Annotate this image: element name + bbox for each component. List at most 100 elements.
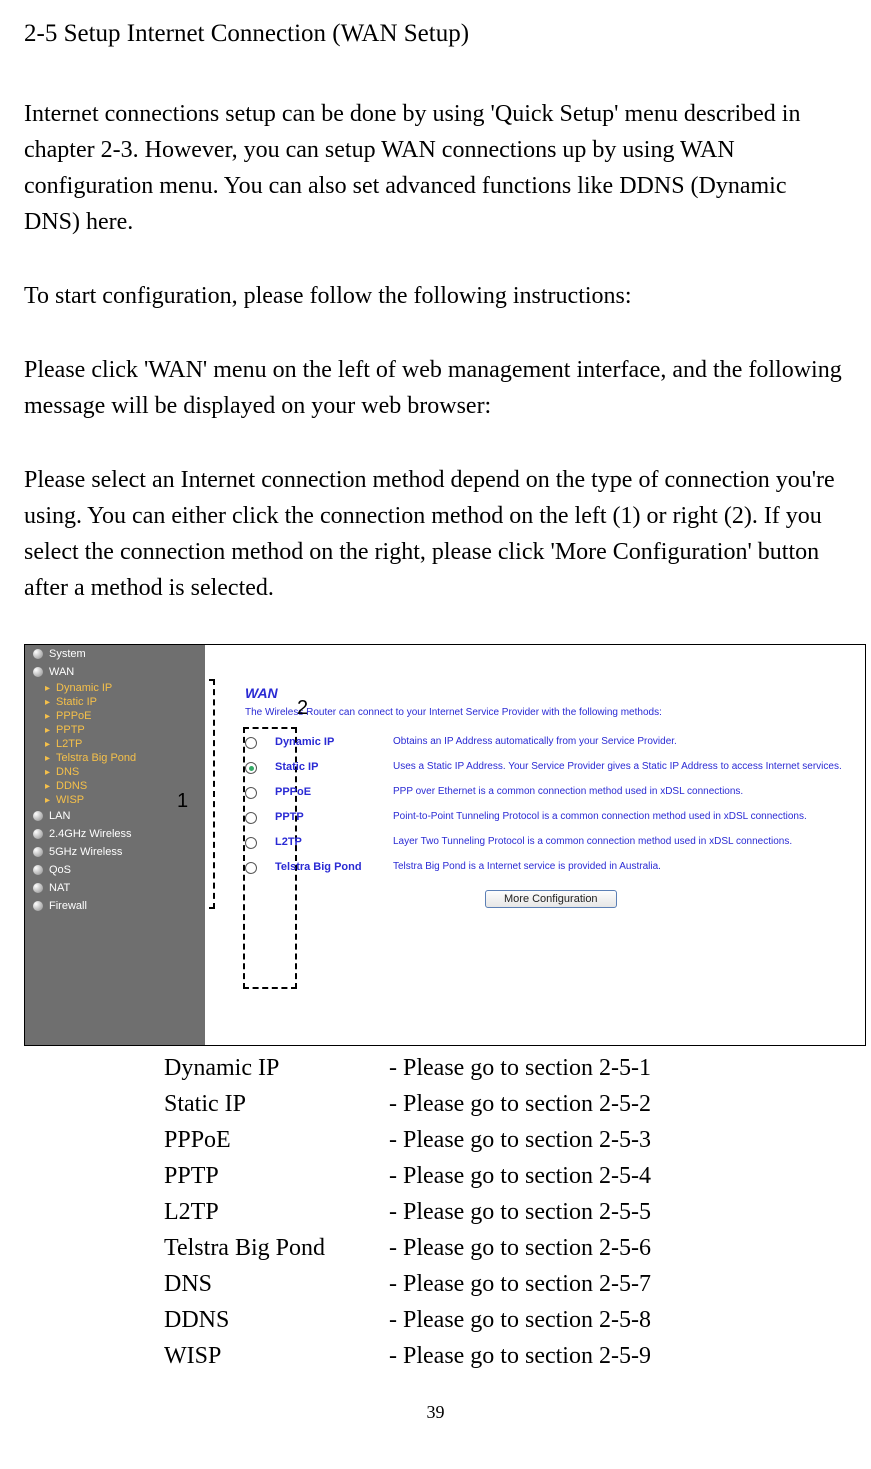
sidebar-item-qos[interactable]: QoS [25,861,205,879]
ref-row: Dynamic IP- Please go to section 2-5-1 [164,1050,847,1086]
sidebar-label: 2.4GHz Wireless [49,828,132,840]
bullet-icon [33,883,43,893]
sidebar-item-system[interactable]: System [25,645,205,663]
arrow-icon: ▸ [45,767,50,778]
radio-icon[interactable] [245,787,257,799]
bullet-icon [33,667,43,677]
wan-option-l2tp[interactable]: L2TP Layer Two Tunneling Protocol is a c… [245,836,853,849]
section-reference-list: Dynamic IP- Please go to section 2-5-1 S… [164,1050,847,1374]
radio-icon[interactable] [245,762,257,774]
sidebar-item-5ghz[interactable]: 5GHz Wireless [25,843,205,861]
option-name: L2TP [275,836,375,848]
ref-target: - Please go to section 2-5-2 [389,1086,651,1122]
sidebar-item-24ghz[interactable]: 2.4GHz Wireless [25,825,205,843]
radio-icon[interactable] [245,862,257,874]
sidebar-label: QoS [49,864,71,876]
ref-row: PPPoE- Please go to section 2-5-3 [164,1122,847,1158]
ref-name: DDNS [164,1302,389,1338]
callout-label-2: 2 [297,697,308,720]
sidebar-label: 5GHz Wireless [49,846,122,858]
ref-name: WISP [164,1338,389,1374]
paragraph-start: To start configuration, please follow th… [24,278,847,314]
sidebar-sub-label: WISP [56,794,84,806]
sidebar-sub-telstra[interactable]: ▸Telstra Big Pond [25,751,205,765]
router-sidebar: System WAN ▸ Dynamic IP ▸ Static IP ▸ PPPoE… [25,645,205,1045]
paragraph-intro: Internet connections setup can be done b… [24,96,847,240]
ref-name: Telstra Big Pond [164,1230,389,1266]
wan-option-pppoe[interactable]: PPPoE PPP over Ethernet is a common conn… [245,786,853,799]
sidebar-sub-dynamic-ip[interactable]: ▸ Dynamic IP [25,681,205,695]
sidebar-sub-static-ip[interactable]: ▸ Static IP [25,695,205,709]
ref-name: PPPoE [164,1122,389,1158]
ref-target: - Please go to section 2-5-3 [389,1122,651,1158]
more-configuration-button[interactable]: More Configuration [485,890,617,908]
wan-option-pptp[interactable]: PPTP Point-to-Point Tunneling Protocol i… [245,811,853,824]
arrow-icon: ▸ [45,683,50,694]
sidebar-sub-pptp[interactable]: ▸ PPTP [25,723,205,737]
option-name: Dynamic IP [275,736,375,748]
bullet-icon [33,811,43,821]
ref-row: DDNS- Please go to section 2-5-8 [164,1302,847,1338]
sidebar-label: WAN [49,666,74,678]
wan-title: WAN [245,685,853,701]
ref-target: - Please go to section 2-5-4 [389,1158,651,1194]
option-name: PPTP [275,811,375,823]
bullet-icon [33,829,43,839]
arrow-icon: ▸ [45,781,50,792]
arrow-icon: ▸ [45,795,50,806]
sidebar-sub-label: Dynamic IP [56,682,112,694]
sidebar-item-nat[interactable]: NAT [25,879,205,897]
arrow-icon: ▸ [45,697,50,708]
arrow-icon: ▸ [45,725,50,736]
sidebar-label: Firewall [49,900,87,912]
option-desc: Obtains an IP Address automatically from… [393,736,853,747]
ref-target: - Please go to section 2-5-9 [389,1338,651,1374]
radio-icon[interactable] [245,837,257,849]
paragraph-click-wan: Please click 'WAN' menu on the left of w… [24,352,847,424]
sidebar-label: NAT [49,882,70,894]
option-desc: PPP over Ethernet is a common connection… [393,786,853,797]
sidebar-item-wan[interactable]: WAN [25,663,205,681]
sidebar-sub-label: L2TP [56,738,82,750]
ref-target: - Please go to section 2-5-8 [389,1302,651,1338]
ref-name: Dynamic IP [164,1050,389,1086]
ref-target: - Please go to section 2-5-7 [389,1266,651,1302]
sidebar-sub-label: DDNS [56,780,87,792]
router-screenshot: System WAN ▸ Dynamic IP ▸ Static IP ▸ PPPoE… [24,644,866,1046]
sidebar-sub-l2tp[interactable]: ▸L2TP [25,737,205,751]
ref-row: WISP- Please go to section 2-5-9 [164,1338,847,1374]
option-name: Telstra Big Pond [275,861,375,873]
paragraph-select-method: Please select an Internet connection met… [24,462,847,606]
sidebar-sub-label: PPTP [56,724,85,736]
sidebar-sub-dns[interactable]: ▸ DNS [25,765,205,779]
ref-row: PPTP- Please go to section 2-5-4 [164,1158,847,1194]
wan-option-dynamic-ip[interactable]: Dynamic IP Obtains an IP Address automat… [245,736,853,749]
sidebar-sub-pppoe[interactable]: ▸ PPPoE [25,709,205,723]
option-desc: Telstra Big Pond is a Internet service i… [393,861,853,872]
arrow-icon: ▸ [45,711,50,722]
arrow-icon: ▸ [45,753,50,764]
wan-option-static-ip[interactable]: Static IP Uses a Static IP Address. Your… [245,761,853,774]
sidebar-sub-label: DNS [56,766,79,778]
ref-name: PPTP [164,1158,389,1194]
radio-icon[interactable] [245,737,257,749]
bullet-icon [33,649,43,659]
page-number: 39 [24,1402,847,1423]
ref-target: - Please go to section 2-5-6 [389,1230,651,1266]
ref-row: DNS- Please go to section 2-5-7 [164,1266,847,1302]
ref-target: - Please go to section 2-5-5 [389,1194,651,1230]
sidebar-label: LAN [49,810,70,822]
option-desc: Uses a Static IP Address. Your Service P… [393,761,853,772]
sidebar-item-firewall[interactable]: Firewall [25,897,205,915]
option-name: Static IP [275,761,375,773]
sidebar-label: System [49,648,86,660]
sidebar-sub-label: Static IP [56,696,97,708]
ref-name: Static IP [164,1086,389,1122]
section-heading: 2-5 Setup Internet Connection (WAN Setup… [24,20,847,48]
ref-row: Static IP- Please go to section 2-5-2 [164,1086,847,1122]
radio-icon[interactable] [245,812,257,824]
sidebar-sub-label: PPPoE [56,710,91,722]
wan-option-telstra[interactable]: Telstra Big Pond Telstra Big Pond is a I… [245,861,853,874]
bullet-icon [33,865,43,875]
wan-subtitle: The Wireless Router can connect to your … [245,707,853,718]
